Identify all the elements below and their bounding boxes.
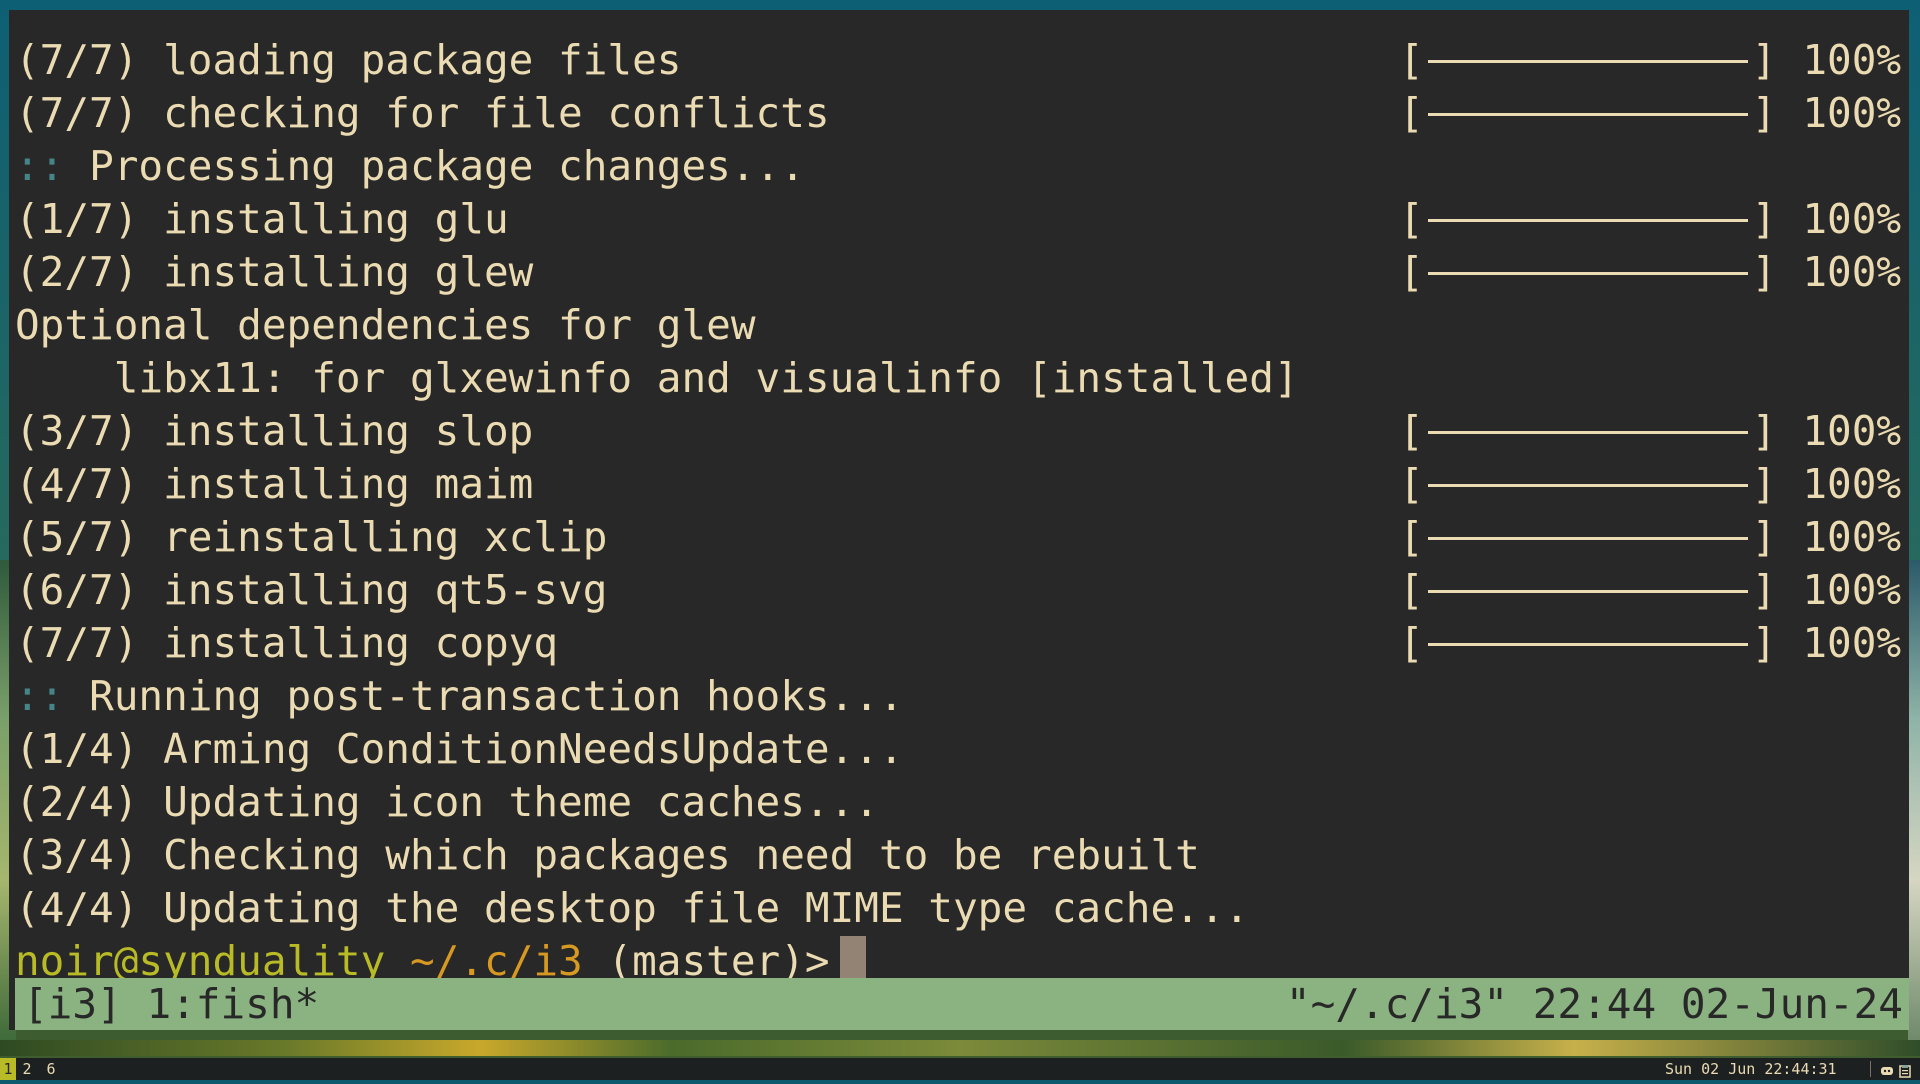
progress-bracket-right: ]	[1751, 36, 1777, 84]
line-text: (4/4) Updating the desktop file MIME typ…	[15, 884, 1250, 932]
terminal-line: (2/4) Updating icon theme caches...	[15, 776, 1905, 829]
tmux-window-tab[interactable]: 1:fish*	[146, 980, 319, 1028]
progress-bracket-right: ]	[1751, 248, 1777, 296]
status-datetime: Sun 02 Jun 22:44:31	[1665, 1060, 1837, 1078]
terminal-line: (3/7) installing slop [] 100%	[15, 405, 1905, 458]
progress-bracket-left: [	[1399, 513, 1424, 561]
progress-bar	[1427, 589, 1748, 593]
terminal-line: libx11: for glxewinfo and visualinfo [in…	[15, 352, 1905, 405]
terminal-line: (1/7) installing glu [] 100%	[15, 193, 1905, 246]
progress-bracket-right: ]	[1751, 566, 1777, 614]
progress-percent: 100%	[1802, 89, 1902, 137]
wallpaper-right-edge	[1908, 560, 1920, 1040]
terminal-line: (3/4) Checking which packages need to be…	[15, 829, 1905, 882]
line-text: (6/7) installing qt5-svg	[15, 566, 608, 614]
progress-bar	[1427, 218, 1748, 222]
progress-bracket-right: ]	[1751, 513, 1777, 561]
progress-bracket-left: [	[1399, 407, 1424, 455]
line-text: (2/4) Updating icon theme caches...	[15, 778, 879, 826]
progress-indicator: [] 100%	[1399, 564, 1901, 617]
terminal-line: Optional dependencies for glew	[15, 299, 1905, 352]
terminal-window[interactable]: (7/7) loading package files[] 100% (7/7) c…	[9, 10, 1909, 1030]
line-text: (1/7) installing glu	[15, 195, 509, 243]
workspace-button-2[interactable]: 2	[19, 1058, 35, 1080]
progress-percent: 100%	[1802, 407, 1902, 455]
i3-status-bar: 1 2 6 Sun 02 Jun 22:44:31	[0, 1058, 1920, 1080]
line-text: Running post-transaction hooks...	[89, 672, 904, 720]
terminal-line: (5/7) reinstalling xclip [] 100%	[15, 511, 1905, 564]
progress-indicator: [] 100%	[1399, 246, 1901, 299]
progress-bar	[1427, 59, 1748, 63]
progress-bracket-right: ]	[1751, 407, 1777, 455]
terminal-output: (7/7) loading package files[] 100% (7/7) c…	[15, 34, 1905, 988]
progress-bar	[1427, 271, 1748, 275]
progress-indicator: [] 100%	[1399, 405, 1901, 458]
progress-bar	[1427, 642, 1748, 646]
line-text: (5/7) reinstalling xclip	[15, 513, 608, 561]
line-text: libx11: for glxewinfo and visualinfo [in…	[15, 354, 1299, 402]
workspace-button-1[interactable]: 1	[0, 1058, 16, 1080]
progress-indicator: [] 100%	[1399, 511, 1901, 564]
progress-bracket-right: ]	[1751, 460, 1777, 508]
progress-percent: 100%	[1802, 513, 1902, 561]
terminal-line: :: Processing package changes...	[15, 140, 1905, 193]
line-text: (7/7) installing copyq	[15, 619, 559, 667]
progress-bar	[1427, 536, 1748, 540]
progress-bracket-right: ]	[1751, 619, 1777, 667]
section-marker: ::	[15, 672, 65, 720]
progress-indicator: [] 100%	[1399, 34, 1901, 87]
progress-bracket-left: [	[1399, 36, 1424, 84]
line-text: (7/7) checking for file conflicts	[15, 89, 830, 137]
workspace-button-6[interactable]: 6	[43, 1058, 59, 1080]
progress-percent: 100%	[1802, 566, 1902, 614]
progress-bracket-left: [	[1399, 195, 1424, 243]
terminal-line: (1/4) Arming ConditionNeedsUpdate...	[15, 723, 1905, 776]
terminal-line: (6/7) installing qt5-svg [] 100%	[15, 564, 1905, 617]
progress-indicator: [] 100%	[1399, 193, 1901, 246]
progress-indicator: [] 100%	[1399, 458, 1901, 511]
progress-bar	[1427, 483, 1748, 487]
wallpaper-strip	[0, 1040, 1920, 1056]
progress-bracket-left: [	[1399, 566, 1424, 614]
terminal-line: (4/7) installing maim [] 100%	[15, 458, 1905, 511]
line-text: (3/4) Checking which packages need to be…	[15, 831, 1200, 879]
progress-percent: 100%	[1802, 619, 1902, 667]
terminal-line: (4/4) Updating the desktop file MIME typ…	[15, 882, 1905, 935]
progress-bar	[1427, 112, 1748, 116]
terminal-line: :: Running post-transaction hooks...	[15, 670, 1905, 723]
line-text: (4/7) installing maim	[15, 460, 534, 508]
tray-separator	[1870, 1061, 1871, 1077]
tmux-session-name: [i3]	[23, 980, 122, 1028]
progress-percent: 100%	[1802, 460, 1902, 508]
discord-icon[interactable]	[1880, 1062, 1894, 1076]
terminal-line: (7/7) installing copyq [] 100%	[15, 617, 1905, 670]
progress-bracket-left: [	[1399, 248, 1424, 296]
progress-bracket-left: [	[1399, 619, 1424, 667]
line-text: Optional dependencies for glew	[15, 301, 756, 349]
progress-percent: 100%	[1802, 248, 1902, 296]
progress-indicator: [] 100%	[1399, 617, 1901, 670]
tmux-status-right: "~/.c/i3" 22:44 02-Jun-24	[1285, 980, 1903, 1028]
progress-bracket-left: [	[1399, 460, 1424, 508]
tmux-status-bar: [i3] 1:fish* "~/.c/i3" 22:44 02-Jun-24	[15, 978, 1909, 1030]
progress-bracket-right: ]	[1751, 195, 1777, 243]
progress-indicator: [] 100%	[1399, 87, 1901, 140]
progress-bracket-right: ]	[1751, 89, 1777, 137]
line-text: (7/7) loading package files	[15, 36, 682, 84]
terminal-line: (7/7) checking for file conflicts [] 100%	[15, 87, 1905, 140]
section-marker: ::	[15, 142, 65, 190]
line-text: Processing package changes...	[89, 142, 805, 190]
line-text: (3/7) installing slop	[15, 407, 534, 455]
terminal-line: (2/7) installing glew [] 100%	[15, 246, 1905, 299]
line-text: (1/4) Arming ConditionNeedsUpdate...	[15, 725, 904, 773]
progress-percent: 100%	[1802, 195, 1902, 243]
line-text: (2/7) installing glew	[15, 248, 534, 296]
progress-bracket-left: [	[1399, 89, 1424, 137]
terminal-line: (7/7) loading package files [] 100%	[15, 34, 1905, 87]
progress-percent: 100%	[1802, 36, 1902, 84]
progress-bar	[1427, 430, 1748, 434]
clipboard-icon[interactable]	[1898, 1062, 1912, 1078]
